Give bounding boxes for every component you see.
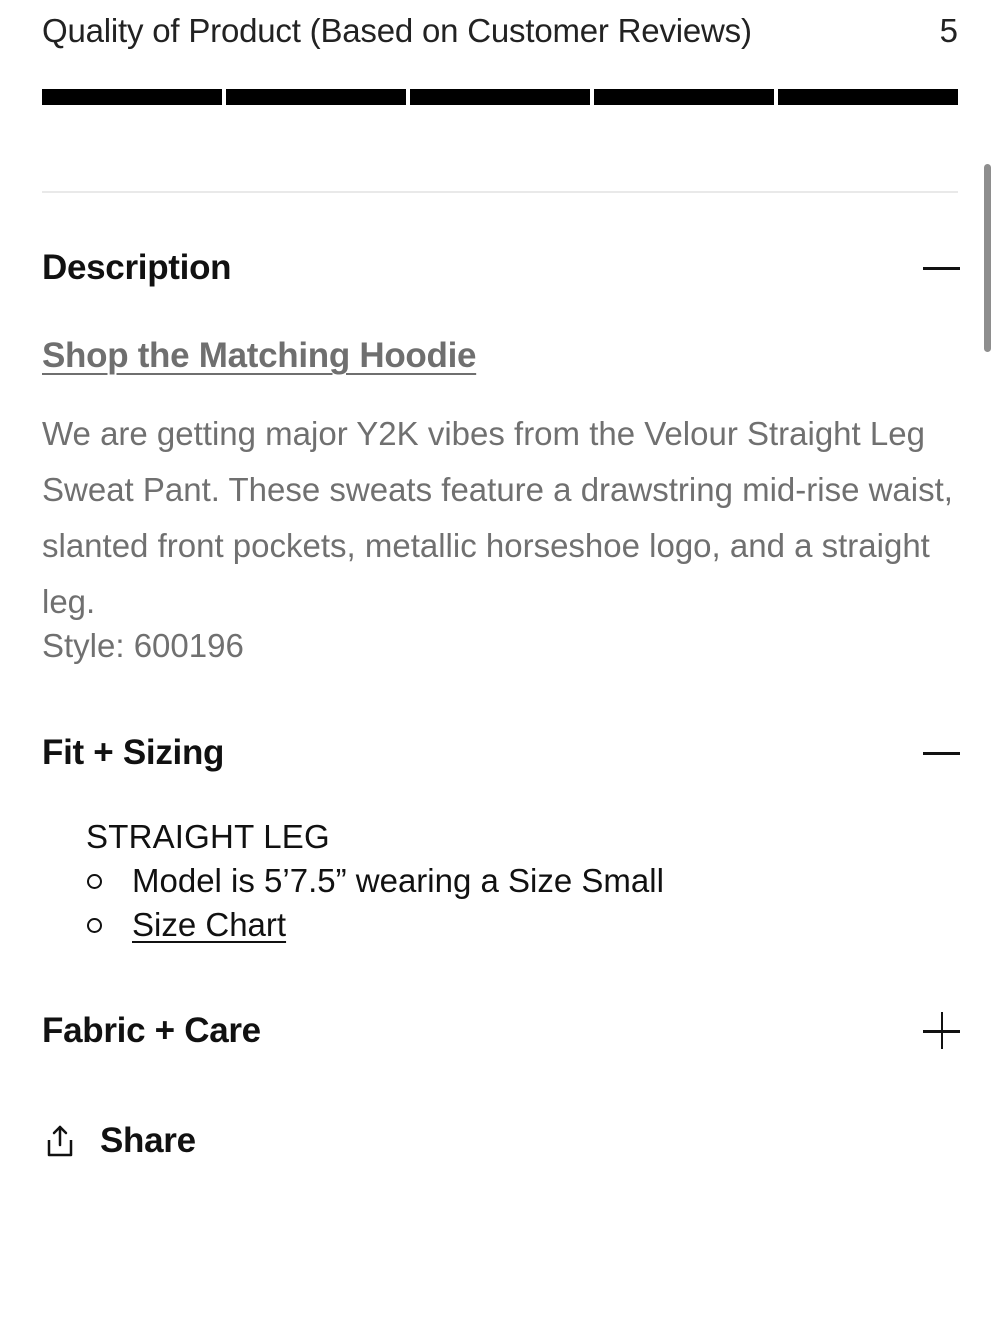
expand-plus-icon[interactable] bbox=[920, 1011, 960, 1051]
collapse-minus-icon[interactable] bbox=[920, 733, 960, 773]
rating-segment bbox=[778, 89, 958, 105]
description-header[interactable]: Description bbox=[42, 243, 960, 293]
style-number: Style: 600196 bbox=[42, 627, 244, 664]
rating-value: 5 bbox=[939, 12, 958, 49]
fit-sizing-content: STRAIGHT LEG Model is 5’7.5” wearing a S… bbox=[86, 815, 886, 947]
rating-label: Quality of Product (Based on Customer Re… bbox=[42, 12, 752, 49]
share-icon bbox=[47, 1125, 73, 1157]
model-size-text: Model is 5’7.5” wearing a Size Small bbox=[132, 862, 664, 899]
fit-sizing-title: Fit + Sizing bbox=[42, 733, 225, 772]
fit-list: Model is 5’7.5” wearing a Size Small Siz… bbox=[86, 859, 886, 947]
fit-type-heading: STRAIGHT LEG bbox=[86, 818, 330, 855]
fabric-care-title: Fabric + Care bbox=[42, 1011, 261, 1050]
rating-segment bbox=[594, 89, 774, 105]
circle-bullet-icon bbox=[87, 918, 102, 933]
share-button[interactable]: Share bbox=[46, 1118, 196, 1164]
collapse-minus-icon[interactable] bbox=[920, 248, 960, 288]
list-item-model-size: Model is 5’7.5” wearing a Size Small bbox=[86, 859, 886, 903]
circle-bullet-icon bbox=[87, 874, 102, 889]
fabric-care-header[interactable]: Fabric + Care bbox=[42, 1006, 960, 1056]
description-text: We are getting major Y2K vibes from the … bbox=[42, 415, 953, 620]
size-chart-link[interactable]: Size Chart bbox=[132, 906, 286, 943]
description-title: Description bbox=[42, 248, 232, 287]
rating-segment bbox=[42, 89, 222, 105]
list-item-size-chart: Size Chart bbox=[86, 903, 886, 947]
shop-matching-hoodie-link[interactable]: Shop the Matching Hoodie bbox=[42, 336, 476, 376]
rating-segment bbox=[410, 89, 590, 105]
rating-bar bbox=[42, 89, 958, 105]
rating-segment bbox=[226, 89, 406, 105]
section-divider bbox=[42, 191, 958, 193]
share-label: Share bbox=[100, 1121, 196, 1160]
scrollbar[interactable] bbox=[984, 164, 991, 352]
rating-row: Quality of Product (Based on Customer Re… bbox=[42, 8, 958, 54]
fit-sizing-header[interactable]: Fit + Sizing bbox=[42, 728, 960, 778]
